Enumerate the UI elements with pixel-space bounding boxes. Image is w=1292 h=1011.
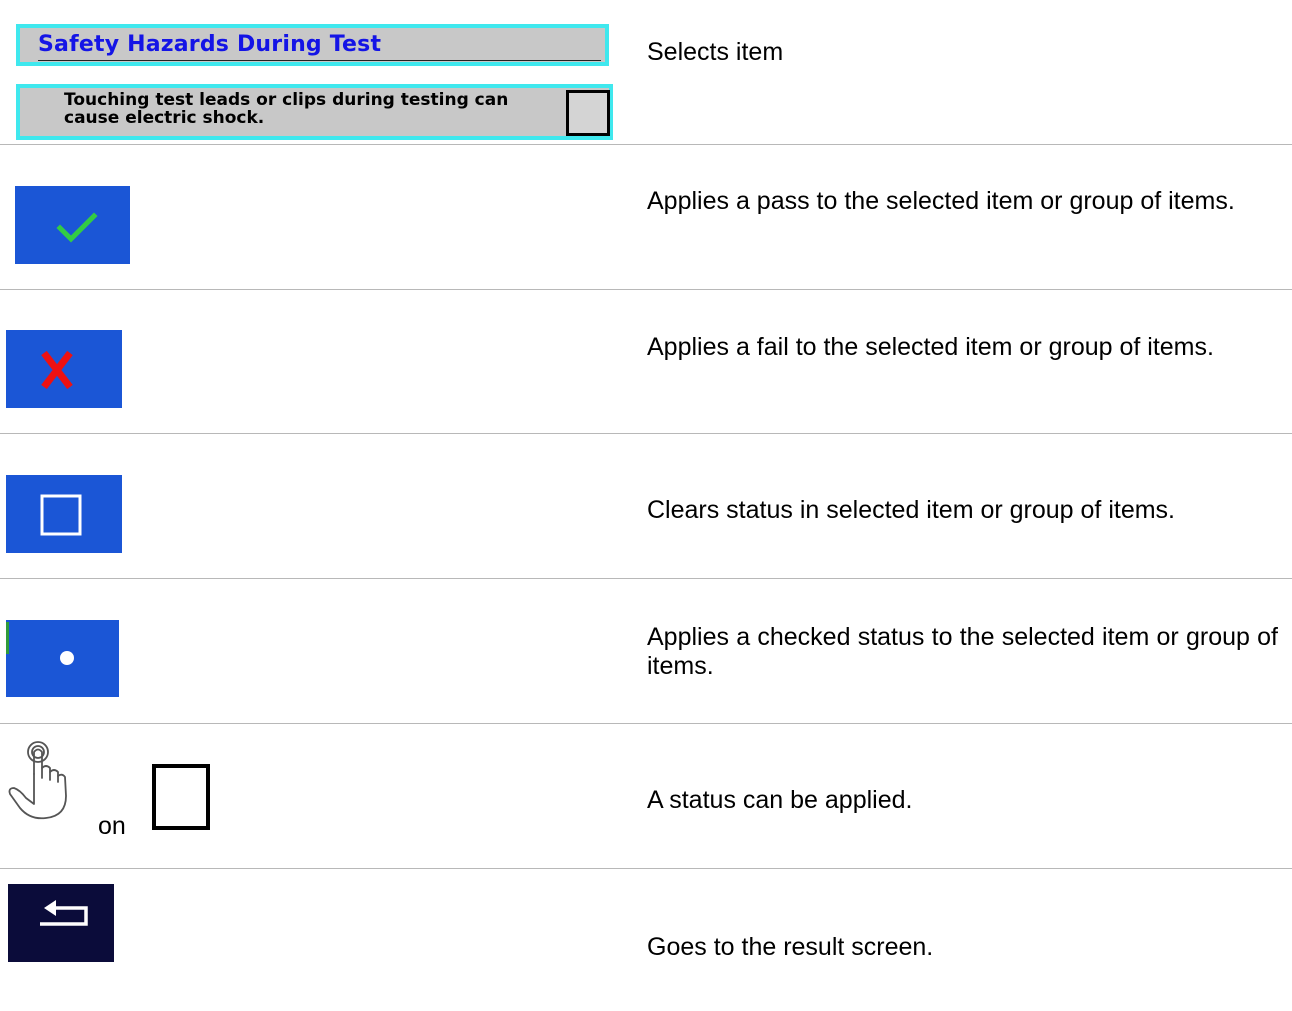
status-checkbox[interactable] (566, 90, 610, 136)
checked-button[interactable] (6, 620, 119, 697)
tap-hand-icon (8, 741, 67, 820)
row-divider (0, 578, 1292, 579)
clear-empty-box-icon (40, 494, 82, 536)
description-pass: Applies a pass to the selected item or g… (647, 187, 1235, 215)
description-apply-status: A status can be applied. (647, 786, 913, 814)
row-divider (0, 144, 1292, 145)
checked-dot-icon (60, 651, 74, 665)
item-text: Touching test leads or clips during test… (64, 90, 509, 128)
row-divider (0, 433, 1292, 434)
description-select-item: Selects item (647, 38, 784, 66)
description-fail: Applies a fail to the selected item or g… (647, 333, 1214, 361)
fail-button[interactable] (6, 330, 122, 408)
pass-button[interactable] (15, 186, 130, 264)
item-group-title-text: Safety Hazards During Test (38, 32, 382, 57)
empty-status-box-icon (152, 764, 210, 830)
back-arrow-icon (40, 900, 88, 926)
list-item-group-title[interactable]: Safety Hazards During Test (16, 24, 609, 66)
clear-button[interactable] (6, 475, 122, 553)
title-underline (38, 60, 601, 61)
description-clear: Clears status in selected item or group … (647, 496, 1176, 524)
list-item[interactable]: Touching test leads or clips during test… (16, 84, 613, 140)
description-back: Goes to the result screen. (647, 933, 934, 961)
description-checked: Applies a checked status to the selected… (647, 623, 1278, 680)
row-divider (0, 868, 1292, 869)
tile-edge-mark (6, 622, 9, 654)
back-button[interactable] (8, 884, 114, 962)
pass-check-icon (56, 212, 98, 243)
row-divider (0, 289, 1292, 290)
row-divider (0, 723, 1292, 724)
fail-cross-icon (41, 350, 73, 390)
on-label: on (98, 812, 126, 840)
